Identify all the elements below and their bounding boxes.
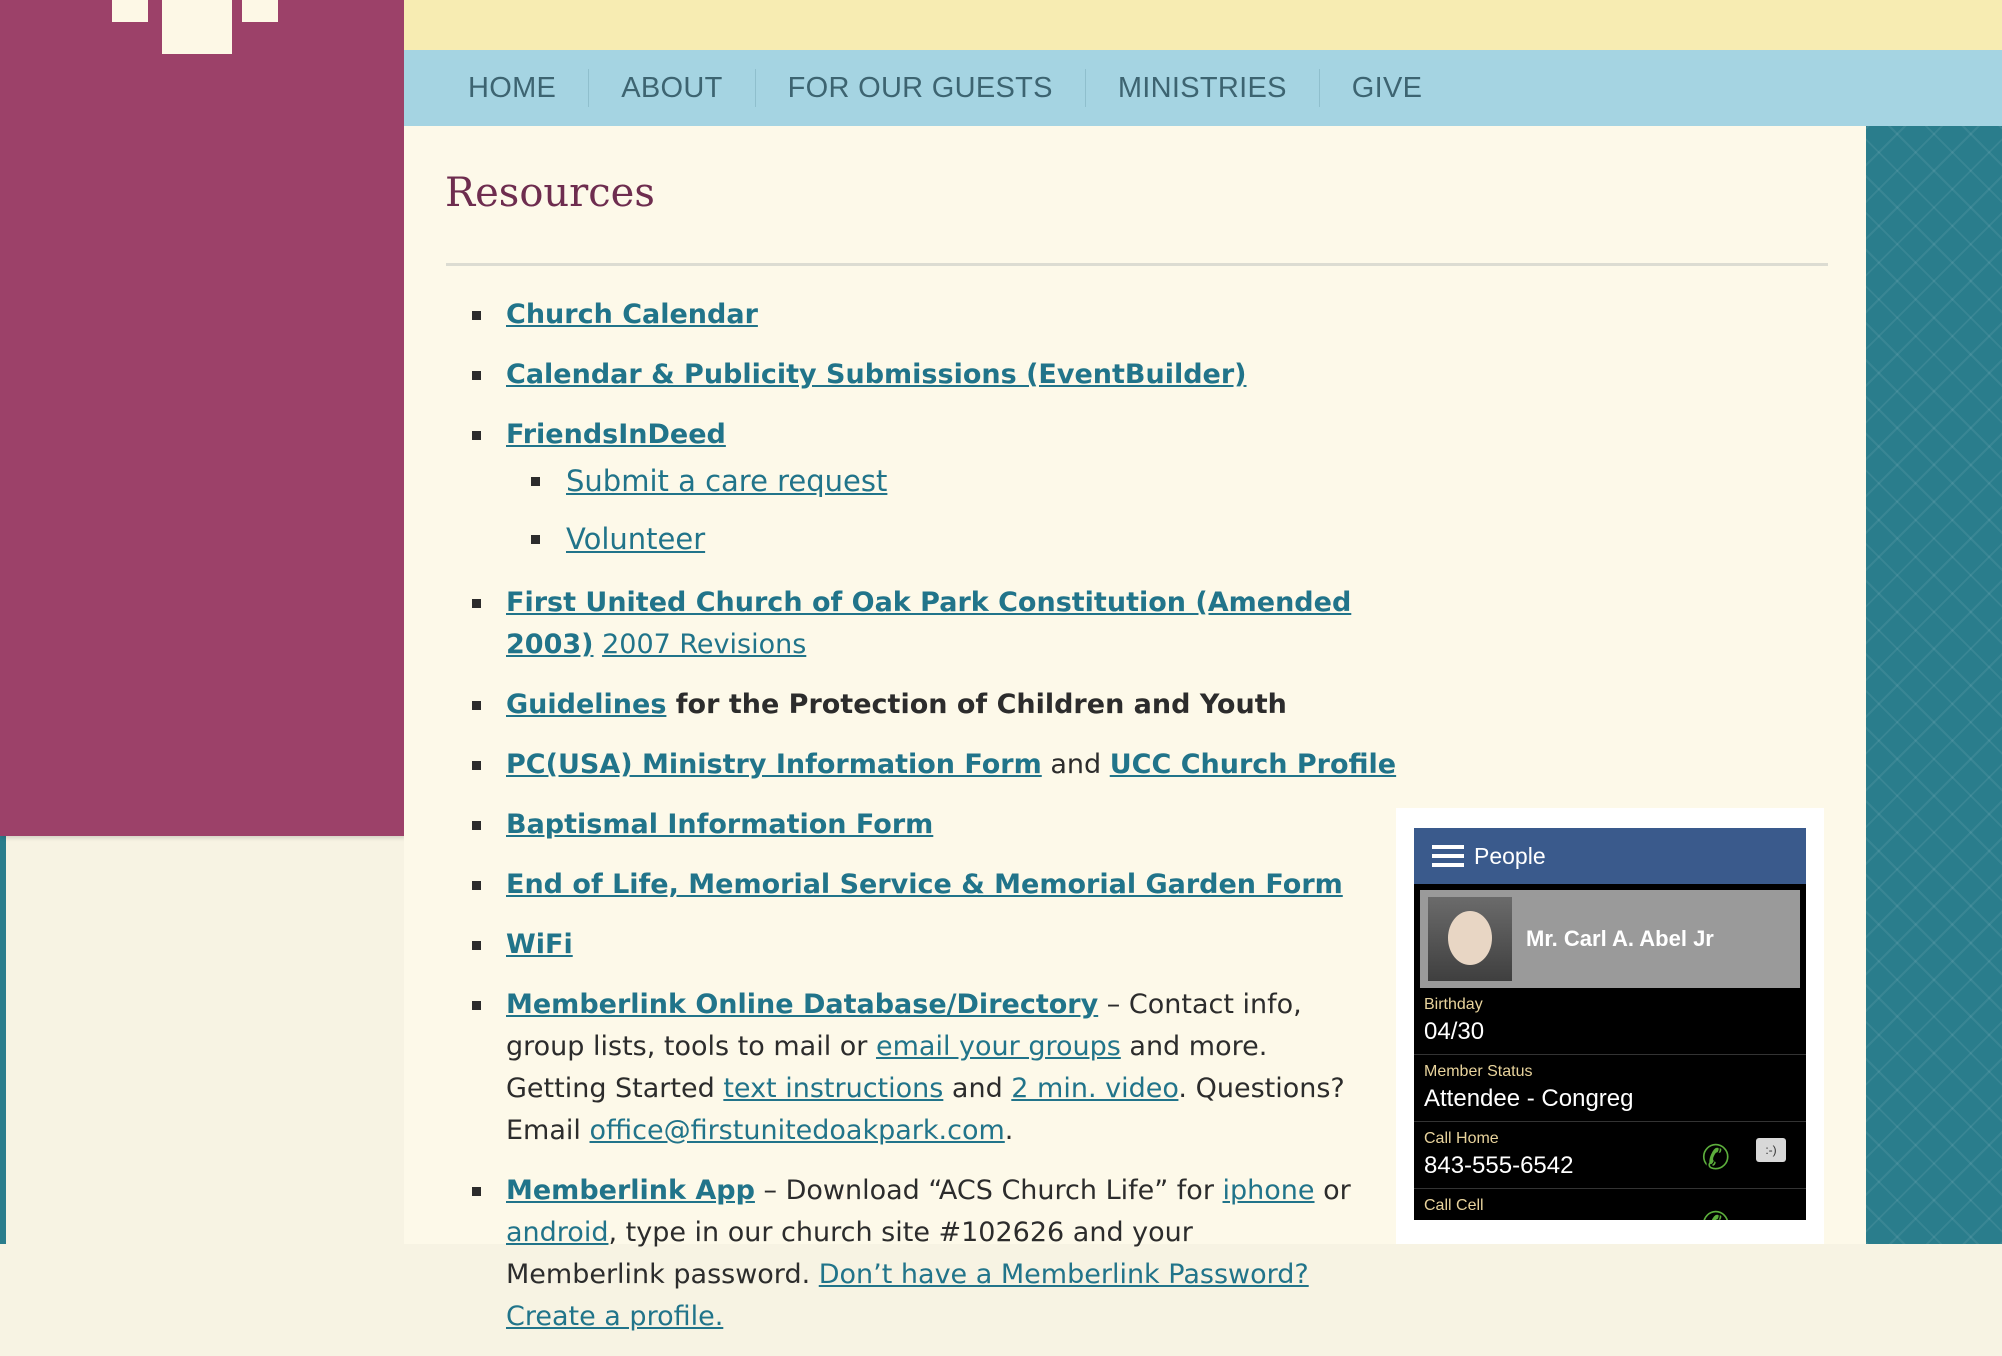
link-ucc-profile[interactable]: UCC Church Profile: [1110, 749, 1396, 780]
nav-for-our-guests[interactable]: FOR OUR GUESTS: [756, 69, 1086, 107]
sub-list-item: Volunteer: [506, 518, 1446, 560]
resource-list: Church Calendar Calendar & Publicity Sub…: [446, 294, 1446, 1356]
logo-block-left: [112, 0, 148, 22]
field-label: Birthday: [1424, 996, 1483, 1013]
site-logo[interactable]: [110, 0, 280, 56]
link-wifi[interactable]: WiFi: [506, 929, 573, 960]
field-label: Call Cell: [1424, 1197, 1484, 1214]
link-submit-care-request[interactable]: Submit a care request: [566, 464, 887, 498]
nav-home[interactable]: HOME: [444, 69, 590, 107]
field-label: Call Home: [1424, 1130, 1499, 1147]
list-item: Guidelines for the Protection of Childre…: [446, 684, 1446, 726]
logo-block-center: [162, 0, 232, 54]
link-church-calendar[interactable]: Church Calendar: [506, 299, 758, 330]
person-name: Mr. Carl A. Abel Jr: [1526, 926, 1714, 951]
phone-header-bar: People: [1414, 828, 1806, 884]
field-call-cell: Call Cell ✆: [1414, 1189, 1806, 1220]
sub-list-item: Submit a care request: [506, 460, 1446, 502]
period-text: .: [1004, 1115, 1014, 1146]
and-text-2: and: [943, 1073, 1012, 1104]
link-calendar-submissions[interactable]: Calendar & Publicity Submissions (EventB…: [506, 359, 1247, 390]
link-iphone[interactable]: iphone: [1223, 1175, 1315, 1206]
link-office-email[interactable]: office@firstunitedoakpark.com: [590, 1115, 1005, 1146]
link-2-min-video[interactable]: 2 min. video: [1011, 1073, 1178, 1104]
decorative-teal-strip: [1866, 126, 2002, 1244]
guidelines-text: for the Protection of Children and Youth: [666, 689, 1287, 720]
list-item: PC(USA) Ministry Information Form and UC…: [446, 744, 1446, 786]
banner-tagline: [1004, 0, 2002, 16]
and-text: and: [1041, 749, 1110, 780]
sidebar: [0, 0, 404, 836]
or-text: or: [1314, 1175, 1351, 1206]
nav-ministries[interactable]: MINISTRIES: [1086, 69, 1320, 107]
list-item: Memberlink Online Database/Directory – C…: [446, 984, 1356, 1152]
link-baptismal-form[interactable]: Baptismal Information Form: [506, 809, 933, 840]
link-memberlink-database[interactable]: Memberlink Online Database/Directory: [506, 989, 1098, 1020]
list-item: Church Calendar: [446, 294, 1446, 336]
avatar: [1428, 897, 1512, 981]
memberlink-app-text: – Download “ACS Church Life” for: [754, 1175, 1223, 1206]
field-value: 843-555-6542: [1424, 1152, 1574, 1179]
memberlink-app-screenshot: People Mr. Carl A. Abel Jr Birthday 04/3…: [1396, 808, 1824, 1244]
link-email-groups[interactable]: email your groups: [876, 1031, 1121, 1062]
friends-in-deed-sublist: Submit a care request Volunteer: [506, 460, 1446, 560]
list-item: FriendsInDeed Submit a care request Volu…: [446, 414, 1446, 560]
field-birthday: Birthday 04/30: [1414, 988, 1806, 1055]
phone-icon: ✆: [1702, 1205, 1731, 1220]
field-label: Member Status: [1424, 1063, 1533, 1080]
list-item: Baptismal Information Form: [446, 804, 1446, 846]
person-card: Mr. Carl A. Abel Jr: [1420, 890, 1800, 988]
link-pcusa-form[interactable]: PC(USA) Ministry Information Form: [506, 749, 1042, 780]
field-value: 04/30: [1424, 1018, 1485, 1045]
link-friends-in-deed[interactable]: FriendsInDeed: [506, 419, 726, 450]
link-memberlink-app[interactable]: Memberlink App: [506, 1175, 755, 1206]
phone-icon: ✆: [1701, 1139, 1731, 1177]
list-item: WiFi: [446, 924, 1446, 966]
hamburger-menu-icon: [1432, 845, 1464, 867]
field-value: Attendee - Congreg: [1424, 1085, 1634, 1112]
top-banner: [404, 0, 2002, 50]
link-2007-revisions[interactable]: 2007 Revisions: [602, 629, 806, 660]
phone-header-title: People: [1474, 842, 1546, 869]
field-call-home: Call Home 843-555-6542 ✆ :-): [1414, 1122, 1806, 1189]
nav-about[interactable]: ABOUT: [589, 69, 756, 107]
link-text-instructions[interactable]: text instructions: [723, 1073, 943, 1104]
list-item: Calendar & Publicity Submissions (EventB…: [446, 354, 1446, 396]
link-android[interactable]: android: [506, 1217, 608, 1248]
message-icon: :-): [1756, 1138, 1786, 1162]
list-item: End of Life, Memorial Service & Memorial…: [446, 864, 1446, 906]
link-end-of-life-form[interactable]: End of Life, Memorial Service & Memorial…: [506, 869, 1343, 900]
field-member-status: Member Status Attendee - Congreg: [1414, 1055, 1806, 1122]
link-volunteer[interactable]: Volunteer: [566, 522, 705, 556]
nav-give[interactable]: GIVE: [1320, 69, 1455, 107]
title-divider: [446, 263, 1828, 266]
phone-screen: People Mr. Carl A. Abel Jr Birthday 04/3…: [1414, 828, 1806, 1220]
list-item: First United Church of Oak Park Constitu…: [446, 582, 1446, 666]
main-nav: HOME ABOUT FOR OUR GUESTS MINISTRIES GIV…: [404, 50, 2002, 126]
link-guidelines[interactable]: Guidelines: [506, 689, 666, 720]
decorative-left-edge: [0, 836, 6, 1244]
page-title: Resources: [445, 170, 655, 216]
logo-block-right: [242, 0, 278, 22]
list-item: Memberlink App – Download “ACS Church Li…: [446, 1170, 1356, 1338]
